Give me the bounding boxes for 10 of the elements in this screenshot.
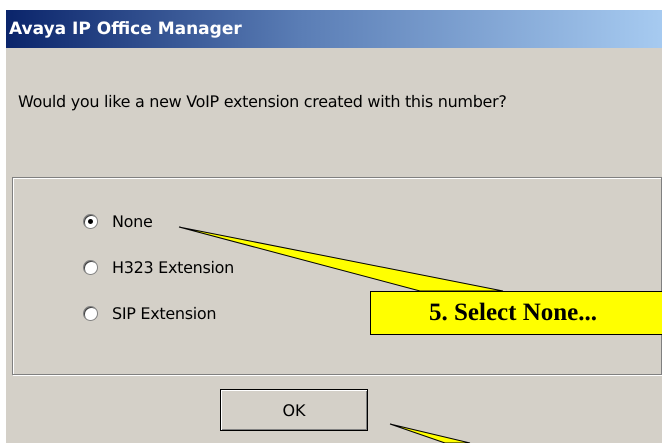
callout-label: 5. Select None... [370,291,662,335]
radio-button[interactable] [83,214,98,228]
ok-button[interactable]: OK [220,389,368,431]
radio-button[interactable] [83,260,98,274]
window-title: Avaya IP Office Manager [9,19,242,39]
question-text: Would you like a new VoIP extension created with this number? [18,92,508,111]
radio-button[interactable] [83,306,98,320]
option-label[interactable]: H323 Extension [112,258,234,276]
option-label[interactable]: SIP Extension [112,304,216,322]
option-label[interactable]: None [112,212,153,230]
